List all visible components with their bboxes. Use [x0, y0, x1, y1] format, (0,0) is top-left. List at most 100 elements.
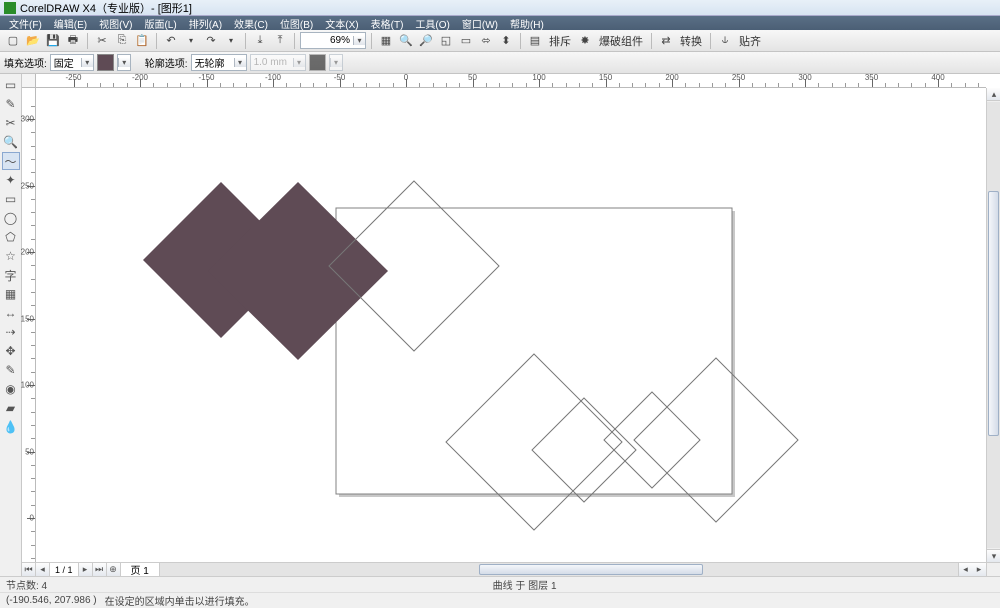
- open-icon[interactable]: 📂: [24, 32, 42, 50]
- page-counter: 1 / 1: [50, 563, 79, 576]
- separator: [520, 33, 521, 49]
- menu-item[interactable]: 视图(V): [94, 16, 137, 31]
- zoom-fit-icon[interactable]: ◱: [437, 32, 455, 50]
- outline-color-swatch[interactable]: [309, 54, 326, 71]
- menu-item[interactable]: 编辑(E): [49, 16, 92, 31]
- zoom-page-icon[interactable]: ▭: [457, 32, 475, 50]
- scroll-down-icon[interactable]: ▾: [987, 549, 1000, 562]
- chevron-down-icon[interactable]: ▾: [293, 58, 305, 67]
- snap-icon[interactable]: ▦: [377, 32, 395, 50]
- shape-tool-icon[interactable]: ✎: [2, 95, 20, 113]
- undo-dropdown-icon[interactable]: ▾: [182, 32, 200, 50]
- chevron-down-icon[interactable]: ▾: [353, 36, 365, 45]
- outline-mode-combo[interactable]: 无轮廓 ▾: [191, 54, 247, 71]
- smart-tool-icon[interactable]: ✦: [2, 171, 20, 189]
- scroll-left-icon[interactable]: ◂: [958, 563, 972, 576]
- fill-label: 填充选项:: [4, 55, 47, 70]
- menu-item[interactable]: 文件(F): [4, 16, 47, 31]
- export-icon[interactable]: ⤒: [271, 32, 289, 50]
- prev-page-icon[interactable]: ◂: [36, 563, 50, 576]
- horizontal-ruler[interactable]: -250-200-150-100-50050100150200250300350…: [36, 74, 986, 88]
- canvas-svg: [36, 88, 986, 562]
- scroll-up-icon[interactable]: ▴: [987, 88, 1000, 101]
- fill-tool-icon[interactable]: ▰: [2, 399, 20, 417]
- undo-icon[interactable]: ↶: [162, 32, 180, 50]
- menu-bar[interactable]: 文件(F)编辑(E)视图(V)版面(L)排列(A)效果(C)位图(B)文本(X)…: [0, 16, 1000, 30]
- first-page-icon[interactable]: ⏮: [22, 563, 36, 576]
- pick-tool-icon[interactable]: ▭: [2, 76, 20, 94]
- menu-item[interactable]: 效果(C): [229, 16, 273, 31]
- outline-color-dropdown[interactable]: ▾: [329, 54, 343, 71]
- scroll-right-icon[interactable]: ▸: [972, 563, 986, 576]
- new-icon[interactable]: ▢: [4, 32, 22, 50]
- btn-snap[interactable]: 贴齐: [736, 33, 764, 49]
- add-page-icon[interactable]: ⊕: [107, 563, 121, 576]
- menu-item[interactable]: 工具(O): [410, 16, 454, 31]
- dimension-tool-icon[interactable]: ↔: [2, 304, 20, 322]
- chevron-down-icon[interactable]: ▾: [81, 58, 93, 67]
- menu-item[interactable]: 位图(B): [275, 16, 318, 31]
- fill-color-swatch[interactable]: [97, 54, 114, 71]
- v-scroll-thumb[interactable]: [988, 191, 999, 436]
- outline-tool-icon[interactable]: ◉: [2, 380, 20, 398]
- fill-color-dropdown[interactable]: ▾: [117, 54, 131, 71]
- chevron-down-icon[interactable]: ▾: [118, 58, 130, 67]
- btn-convert[interactable]: 转换: [677, 33, 705, 49]
- zoom-level-combo[interactable]: ▾: [300, 32, 366, 49]
- zoom-input[interactable]: [301, 35, 353, 46]
- snapto-icon[interactable]: ⫝: [716, 32, 734, 50]
- interactive-tool-icon[interactable]: ✥: [2, 342, 20, 360]
- fill-mode-combo[interactable]: 固定 ▾: [50, 54, 94, 71]
- drawing-canvas[interactable]: [36, 88, 986, 562]
- h-scroll-thumb[interactable]: [479, 564, 702, 575]
- zoom-out-icon[interactable]: 🔎: [417, 32, 435, 50]
- explode-icon[interactable]: ✸: [576, 32, 594, 50]
- separator: [294, 33, 295, 49]
- page-tab[interactable]: 页 1: [121, 563, 160, 576]
- vertical-ruler[interactable]: 050100150200250300: [22, 88, 36, 562]
- chevron-down-icon[interactable]: ▾: [330, 58, 342, 67]
- menu-item[interactable]: 文本(X): [320, 16, 363, 31]
- vertical-scrollbar[interactable]: ▴ ▾: [986, 88, 1000, 562]
- ruler-origin[interactable]: [22, 74, 36, 88]
- menu-item[interactable]: 帮助(H): [505, 16, 549, 31]
- next-page-icon[interactable]: ▸: [79, 563, 93, 576]
- eyedrop-tool-icon[interactable]: ✎: [2, 361, 20, 379]
- copy-icon[interactable]: ⎘: [113, 32, 131, 50]
- menu-item[interactable]: 版面(L): [139, 16, 181, 31]
- connector-tool-icon[interactable]: ⇢: [2, 323, 20, 341]
- table-tool-icon[interactable]: ▦: [2, 285, 20, 303]
- zoom-height-icon[interactable]: ⬍: [497, 32, 515, 50]
- print-icon[interactable]: 🖶: [64, 32, 82, 50]
- convert-icon[interactable]: ⇄: [657, 32, 675, 50]
- btn-explode[interactable]: 爆破组件: [596, 33, 646, 49]
- zoom-in-icon[interactable]: 🔍: [397, 32, 415, 50]
- options-icon[interactable]: ▤: [526, 32, 544, 50]
- text-tool-icon[interactable]: 字: [2, 266, 20, 284]
- save-icon[interactable]: 💾: [44, 32, 62, 50]
- chevron-down-icon[interactable]: ▾: [234, 58, 246, 67]
- status-coordinates: (-190.546, 207.986 ): [6, 595, 97, 606]
- h-scroll-track[interactable]: [160, 563, 958, 576]
- ellipse-tool-icon[interactable]: ◯: [2, 209, 20, 227]
- crop-tool-icon[interactable]: ✂: [2, 114, 20, 132]
- zoom-tool-icon[interactable]: 🔍: [2, 133, 20, 151]
- import-icon[interactable]: ⤓: [251, 32, 269, 50]
- redo-icon[interactable]: ↷: [202, 32, 220, 50]
- redo-dropdown-icon[interactable]: ▾: [222, 32, 240, 50]
- polygon-tool-icon[interactable]: ⬠: [2, 228, 20, 246]
- dropper-tool-icon[interactable]: 💧: [2, 418, 20, 436]
- cut-icon[interactable]: ✂: [93, 32, 111, 50]
- btn-repel[interactable]: 排斥: [546, 33, 574, 49]
- menu-item[interactable]: 表格(T): [366, 16, 409, 31]
- basic-tool-icon[interactable]: ☆: [2, 247, 20, 265]
- freehand-tool-icon[interactable]: 〜: [2, 152, 20, 170]
- menu-item[interactable]: 排列(A): [184, 16, 227, 31]
- paste-icon[interactable]: 📋: [133, 32, 151, 50]
- last-page-icon[interactable]: ⏭: [93, 563, 107, 576]
- menu-item[interactable]: 窗口(W): [457, 16, 503, 31]
- v-scroll-track[interactable]: [987, 102, 1000, 548]
- rect-tool-icon[interactable]: ▭: [2, 190, 20, 208]
- outline-width-combo[interactable]: 1.0 mm ▾: [250, 54, 306, 71]
- zoom-width-icon[interactable]: ⬄: [477, 32, 495, 50]
